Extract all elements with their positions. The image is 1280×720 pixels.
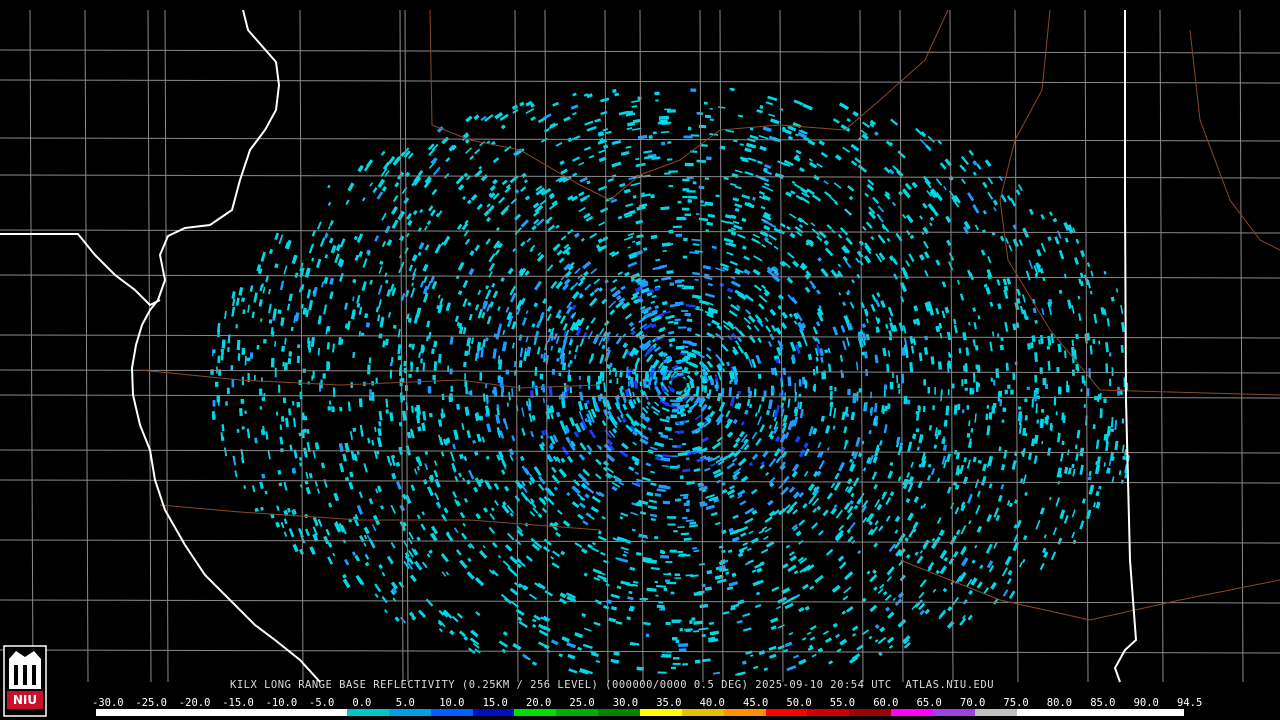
scale-label: -5.0 [309, 697, 335, 709]
color-scale-labels: -30.0 -25.0 -20.0 -15.0 -10.0 -5.0 0.0 5.0 10.0 1… [92, 697, 1202, 709]
scale-swatch [974, 709, 1017, 716]
scale-swatch [221, 709, 264, 716]
scale-label: -30.0 [92, 697, 124, 709]
scale-label: 60.0 [873, 697, 899, 709]
scale-label: -10.0 [265, 697, 298, 709]
scale-label: 80.0 [1046, 697, 1073, 709]
scale-label: -25.0 [135, 697, 167, 709]
scale-label: 5.0 [395, 697, 415, 709]
scale-swatch [556, 709, 599, 716]
scale-swatch [179, 709, 222, 716]
scale-swatch [1142, 709, 1184, 716]
scale-label: 15.0 [482, 697, 508, 709]
scale-label: 40.0 [699, 697, 725, 709]
scale-label: 35.0 [656, 697, 682, 709]
scale-swatch [1016, 709, 1059, 716]
scale-swatch [723, 709, 766, 716]
radar-map-view [0, 0, 1280, 720]
scale-swatch [932, 709, 975, 716]
scale-swatch [891, 709, 933, 716]
scale-swatch [681, 709, 724, 716]
scale-swatch [430, 709, 473, 716]
scale-swatch [765, 709, 808, 716]
logo-text: NIU [13, 693, 37, 707]
scale-swatch [472, 709, 515, 716]
scale-swatch [514, 709, 557, 716]
radar-site-dot [671, 376, 687, 392]
scale-swatch [1058, 709, 1101, 716]
scale-swatch [639, 709, 682, 716]
scale-swatch [807, 709, 850, 716]
scale-swatch [849, 709, 892, 716]
scale-label: 85.0 [1090, 697, 1116, 709]
scale-label: 90.0 [1133, 697, 1159, 709]
scale-swatch [598, 709, 640, 716]
scale-label: 70.0 [960, 697, 986, 709]
product-caption: KILX LONG RANGE BASE REFLECTIVITY (0.25K… [230, 679, 995, 691]
scale-label: 0.0 [352, 697, 372, 709]
scale-swatch [347, 709, 389, 716]
scale-label: 65.0 [916, 697, 942, 709]
scale-swatch [1100, 709, 1143, 716]
scale-label: 55.0 [829, 697, 856, 709]
scale-label: 45.0 [743, 697, 769, 709]
scale-swatch [388, 709, 431, 716]
scale-label: 30.0 [612, 697, 639, 709]
scale-label: 50.0 [786, 697, 812, 709]
scale-label: -20.0 [178, 697, 211, 709]
scale-swatch [137, 709, 180, 716]
niu-logo: NIU [3, 645, 47, 717]
scale-swatch [305, 709, 348, 716]
scale-label: -15.0 [222, 697, 254, 709]
scale-label: 94.5 [1177, 697, 1203, 709]
scale-label: 75.0 [1003, 697, 1029, 709]
scale-label: 10.0 [439, 697, 465, 709]
scale-label: 25.0 [569, 697, 595, 709]
scale-swatch [263, 709, 306, 716]
color-scale-bar [96, 709, 1184, 716]
scale-label: 20.0 [526, 697, 552, 709]
scale-swatch [96, 709, 138, 716]
